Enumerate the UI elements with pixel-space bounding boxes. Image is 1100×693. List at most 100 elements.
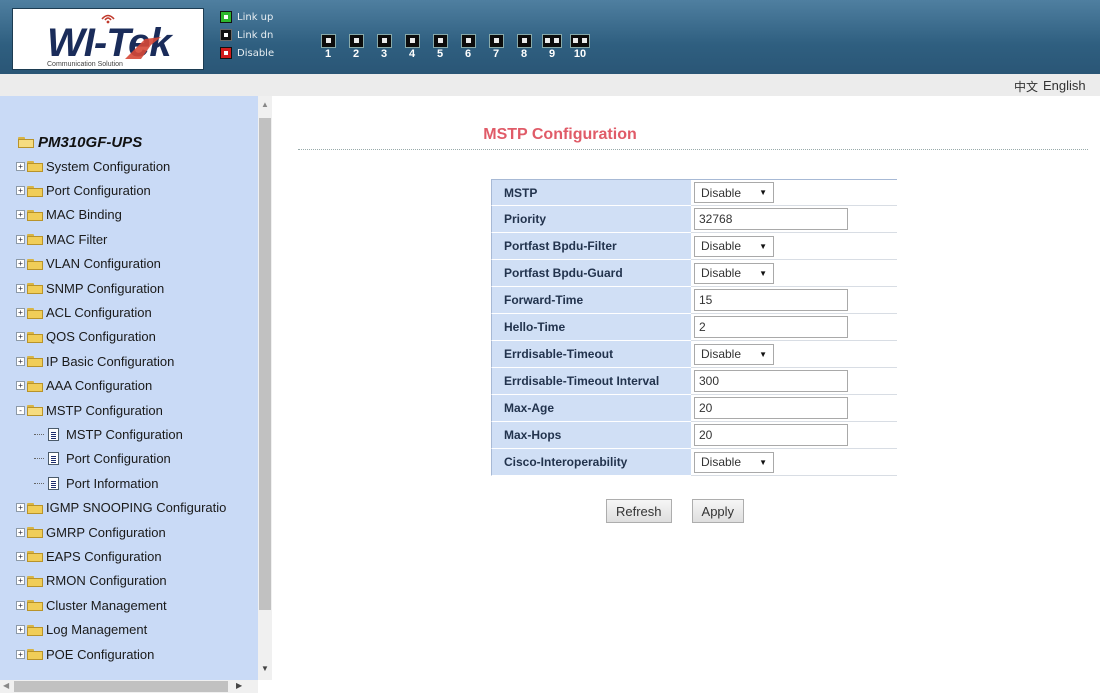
apply-button[interactable]: Apply xyxy=(691,499,745,523)
errdisable-timeout-interval-input[interactable] xyxy=(694,370,848,392)
port-7[interactable]: 7 xyxy=(486,34,506,60)
max-hops-input[interactable] xyxy=(694,424,848,446)
hello-time-input[interactable] xyxy=(694,316,848,338)
sidebar-item-acl-configuration[interactable]: + ACL Configuration xyxy=(16,300,226,324)
sidebar-subitem-port-information[interactable]: Port Information xyxy=(16,471,226,495)
legend-label: Link dn xyxy=(237,29,274,41)
sidebar-item-mac-filter[interactable]: + MAC Filter xyxy=(16,227,226,251)
expand-icon[interactable]: + xyxy=(16,186,25,196)
port-9[interactable]: 9 xyxy=(542,34,562,60)
expand-icon[interactable]: + xyxy=(16,259,25,269)
form-row-cisco-interoperability: Cisco-Interoperability Disable ▼ xyxy=(491,449,897,476)
field-label: Priority xyxy=(491,206,691,233)
scrollbar-thumb[interactable] xyxy=(259,118,271,610)
language-english-link[interactable]: English xyxy=(1043,78,1086,93)
ethernet-port-icon xyxy=(348,34,364,48)
port-8[interactable]: 8 xyxy=(514,34,534,60)
port-1[interactable]: 1 xyxy=(318,34,338,60)
expand-icon[interactable]: + xyxy=(16,308,25,318)
expand-icon[interactable]: + xyxy=(16,527,25,537)
scroll-left-arrow-icon[interactable]: ◀ xyxy=(3,681,9,690)
expand-icon[interactable]: + xyxy=(16,332,25,342)
sidebar-item-cluster-management[interactable]: + Cluster Management xyxy=(16,593,226,617)
expand-icon[interactable]: + xyxy=(16,600,25,610)
sidebar-item-qos-configuration[interactable]: + QOS Configuration xyxy=(16,325,226,349)
sidebar-subitem-mstp-configuration[interactable]: MSTP Configuration xyxy=(16,422,226,446)
expand-icon[interactable]: + xyxy=(16,576,25,586)
port-10[interactable]: 10 xyxy=(570,34,590,60)
sidebar-item-mac-binding[interactable]: + MAC Binding xyxy=(16,203,226,227)
field-label: Errdisable-Timeout xyxy=(491,341,691,368)
forward-time-input[interactable] xyxy=(694,289,848,311)
collapse-icon[interactable]: - xyxy=(16,405,25,415)
ethernet-port-icon xyxy=(376,34,392,48)
document-icon xyxy=(48,427,59,441)
sidebar-item-vlan-configuration[interactable]: + VLAN Configuration xyxy=(16,252,226,276)
form-row-errdisable-timeout-interval: Errdisable-Timeout Interval xyxy=(491,368,897,395)
sidebar-item-snmp-configuration[interactable]: + SNMP Configuration xyxy=(16,276,226,300)
sidebar-item-label: AAA Configuration xyxy=(46,378,153,394)
expand-icon[interactable]: + xyxy=(16,503,25,513)
sidebar-item-log-management[interactable]: + Log Management xyxy=(16,617,226,641)
port-5[interactable]: 5 xyxy=(430,34,450,60)
sidebar-item-system-configuration[interactable]: + System Configuration xyxy=(16,154,226,178)
sidebar-item-rmon-configuration[interactable]: + RMON Configuration xyxy=(16,569,226,593)
expand-icon[interactable]: + xyxy=(16,161,25,171)
folder-icon xyxy=(27,258,43,270)
sidebar-item-ip-basic-configuration[interactable]: + IP Basic Configuration xyxy=(16,349,226,373)
sidebar-item-label: Cluster Management xyxy=(46,597,167,613)
refresh-button[interactable]: Refresh xyxy=(606,499,672,523)
field-value-cell: Disable ▼ xyxy=(691,179,897,206)
port-6[interactable]: 6 xyxy=(458,34,478,60)
folder-icon xyxy=(27,624,43,636)
sidebar-horizontal-scrollbar[interactable]: ◀ ▶ xyxy=(0,680,258,693)
field-label: Max-Hops xyxy=(491,422,691,449)
port-4[interactable]: 4 xyxy=(402,34,422,60)
priority-input[interactable] xyxy=(694,208,848,230)
port-2[interactable]: 2 xyxy=(346,34,366,60)
tree-connector xyxy=(34,433,44,435)
sidebar-item-mstp-configuration[interactable]: - MSTP Configuration xyxy=(16,398,226,422)
sidebar-item-aaa-configuration[interactable]: + AAA Configuration xyxy=(16,374,226,398)
folder-icon xyxy=(27,331,43,343)
sidebar-item-igmp-snooping-configuratio[interactable]: + IGMP SNOOPING Configuratio xyxy=(16,495,226,519)
ethernet-port-icon xyxy=(460,34,476,48)
sidebar-subitem-port-configuration[interactable]: Port Configuration xyxy=(16,447,226,471)
port-number: 6 xyxy=(464,48,472,60)
scrollbar-thumb[interactable] xyxy=(14,681,228,692)
max-age-input[interactable] xyxy=(694,397,848,419)
expand-icon[interactable]: + xyxy=(16,234,25,244)
tree-root[interactable]: PM310GF-UPS xyxy=(16,132,226,152)
errdisable-timeout-select[interactable]: Disable ▼ xyxy=(694,343,774,365)
sidebar-item-port-configuration[interactable]: + Port Configuration xyxy=(16,178,226,202)
folder-icon xyxy=(27,502,43,514)
field-value-cell xyxy=(691,395,897,422)
expand-icon[interactable]: + xyxy=(16,356,25,366)
form-row-portfast-bpdu-filter: Portfast Bpdu-Filter Disable ▼ xyxy=(491,233,897,260)
scroll-down-arrow-icon[interactable]: ▼ xyxy=(261,664,269,673)
sidebar-item-poe-configuration[interactable]: + POE Configuration xyxy=(16,642,226,666)
expand-icon[interactable]: + xyxy=(16,381,25,391)
sidebar-item-eaps-configuration[interactable]: + EAPS Configuration xyxy=(16,544,226,568)
expand-icon[interactable]: + xyxy=(16,210,25,220)
language-chinese-link[interactable]: 中文 xyxy=(1014,78,1038,95)
expand-icon[interactable]: + xyxy=(16,551,25,561)
port-3[interactable]: 3 xyxy=(374,34,394,60)
port-number: 2 xyxy=(352,48,360,60)
tree-connector xyxy=(34,458,44,460)
scroll-up-arrow-icon[interactable]: ▲ xyxy=(261,100,269,109)
portfast-bpdu-filter-select[interactable]: Disable ▼ xyxy=(694,235,774,257)
field-label: Forward-Time xyxy=(491,287,691,314)
cisco-interoperability-select[interactable]: Disable ▼ xyxy=(694,451,774,473)
sidebar-vertical-scrollbar[interactable]: ▲ ▼ xyxy=(258,96,272,680)
mstp-select[interactable]: Disable ▼ xyxy=(694,182,774,203)
folder-icon xyxy=(27,599,43,612)
legend-link-down: Link dn xyxy=(220,26,274,44)
sidebar-item-gmrp-configuration[interactable]: + GMRP Configuration xyxy=(16,520,226,544)
portfast-bpdu-guard-select[interactable]: Disable ▼ xyxy=(694,262,774,284)
expand-icon[interactable]: + xyxy=(16,283,25,293)
expand-icon[interactable]: + xyxy=(16,625,25,635)
select-value: Disable xyxy=(701,347,742,361)
expand-icon[interactable]: + xyxy=(16,649,25,659)
scroll-right-arrow-icon[interactable]: ▶ xyxy=(236,681,242,690)
